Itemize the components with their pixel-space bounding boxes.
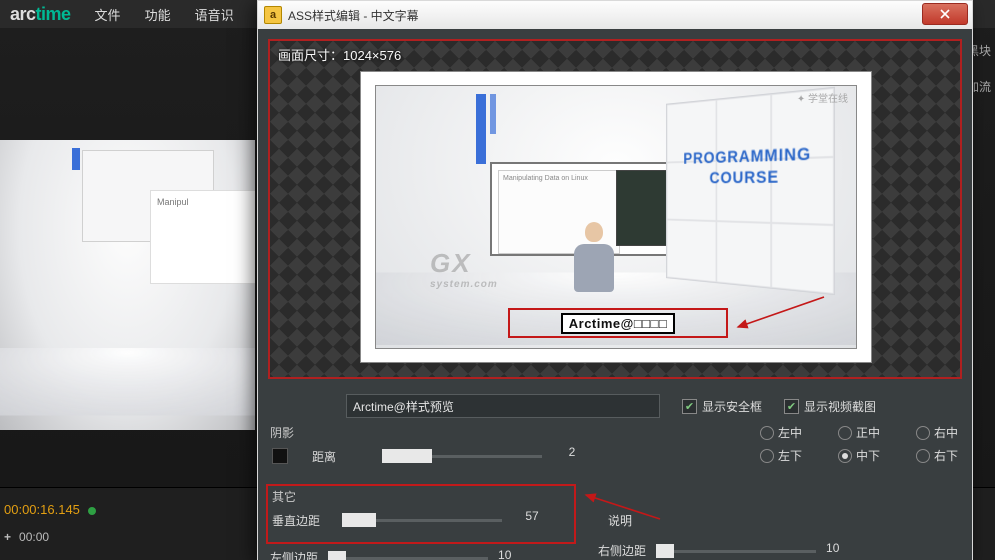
- cube-graphic: PROGRAMMINGCOURSE: [666, 87, 835, 296]
- section-other-highlight: 其它 垂直边距 57: [266, 484, 576, 544]
- right-margin-row: 右侧边距 10: [598, 542, 816, 559]
- align-ml[interactable]: 左中: [760, 424, 802, 441]
- watermark: GXsystem.com: [430, 248, 498, 290]
- checkbox-icon: ✔: [784, 399, 799, 414]
- dialog-title: ASS样式编辑 - 中文字幕: [288, 7, 419, 24]
- checkbox-safe-frame[interactable]: ✔显示安全框: [682, 398, 762, 415]
- dialog-body: 画面尺寸：1024×576 Manipulating Data on Linux…: [258, 29, 972, 560]
- vertical-margin-value: 57: [512, 509, 552, 523]
- menu-voice[interactable]: 语音识: [195, 5, 234, 24]
- app-icon: a: [264, 6, 282, 24]
- vertical-margin-slider[interactable]: 57: [342, 513, 502, 527]
- align-mr[interactable]: 右中: [916, 424, 958, 441]
- thumb-slide: Manipul: [150, 190, 255, 284]
- background-video-preview: Manipul: [0, 140, 255, 430]
- video-frame-outer: Manipulating Data on Linux PROGRAMMINGCO…: [360, 71, 872, 363]
- menu-file[interactable]: 文件: [95, 5, 121, 24]
- preview-zone: 画面尺寸：1024×576 Manipulating Data on Linux…: [268, 39, 962, 379]
- left-margin-value: 10: [498, 548, 511, 560]
- shadow-distance-value: 2: [552, 445, 592, 459]
- corner-logo: ✦ 学堂在线: [797, 90, 848, 105]
- alignment-grid: 左中 正中 右中 左下 中下 右下: [760, 424, 958, 470]
- section-other-title: 其它: [272, 488, 570, 505]
- align-bc[interactable]: 中下: [838, 447, 880, 464]
- preview-text-input[interactable]: [346, 394, 660, 418]
- description-label: 说明: [608, 512, 632, 529]
- shadow-color-swatch[interactable]: [272, 448, 288, 464]
- align-br[interactable]: 右下: [916, 447, 958, 464]
- shadow-distance-slider[interactable]: 2: [382, 449, 542, 463]
- right-margin-slider[interactable]: 10: [656, 544, 816, 558]
- video-frame-inner: Manipulating Data on Linux PROGRAMMINGCO…: [375, 85, 857, 349]
- preview-controls-row: ✔显示安全框 ✔显示视频截图: [268, 391, 962, 421]
- dialog-titlebar[interactable]: a ASS样式编辑 - 中文字幕: [258, 1, 972, 30]
- status-dot-icon: [88, 507, 96, 515]
- checkbox-icon: ✔: [682, 399, 697, 414]
- ass-style-editor-dialog: a ASS样式编辑 - 中文字幕 ▲ ▼ 画面尺寸：1024×576 Manip…: [257, 0, 973, 560]
- checkbox-video-screenshot[interactable]: ✔显示视频截图: [784, 398, 876, 415]
- dimensions-label: 画面尺寸：1024×576: [278, 45, 401, 64]
- presenter-figure: [572, 222, 616, 294]
- subtitle-sample-text: Arctime@□□□□: [561, 313, 676, 334]
- subtitle-sample-highlight: Arctime@□□□□: [508, 308, 728, 338]
- left-margin-label: 左侧边距: [270, 549, 318, 560]
- close-button[interactable]: [922, 3, 968, 25]
- plus-icon[interactable]: +: [4, 530, 11, 544]
- brand-logo: arctime: [10, 4, 71, 25]
- left-margin-slider[interactable]: 10: [328, 551, 488, 560]
- align-mc[interactable]: 正中: [838, 424, 880, 441]
- close-icon: [940, 9, 950, 19]
- vertical-margin-label: 垂直边距: [272, 512, 332, 529]
- left-margin-row: 左侧边距 10: [270, 549, 488, 560]
- menu-func[interactable]: 功能: [145, 5, 171, 24]
- timecode: 00:00:16.145: [4, 502, 96, 517]
- timeline-row2: + 00:00: [4, 530, 49, 544]
- right-margin-label: 右侧边距: [598, 542, 646, 559]
- shadow-distance-label: 距离: [298, 448, 372, 465]
- right-margin-value: 10: [826, 541, 839, 555]
- align-bl[interactable]: 左下: [760, 447, 802, 464]
